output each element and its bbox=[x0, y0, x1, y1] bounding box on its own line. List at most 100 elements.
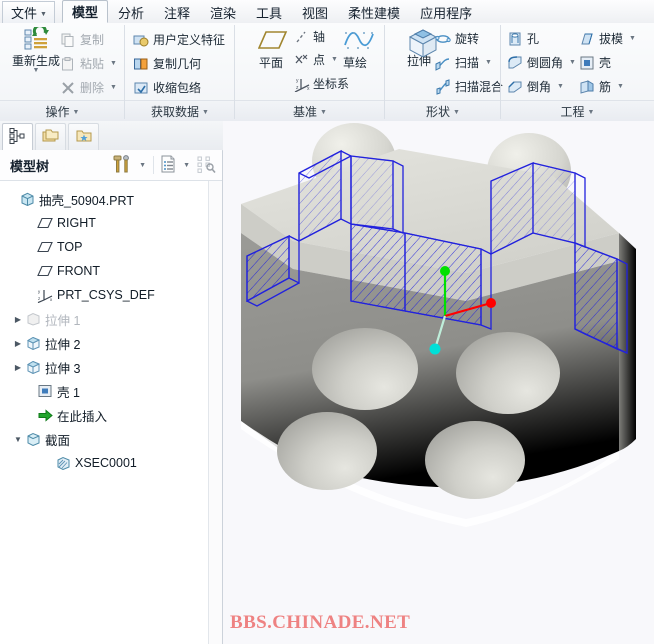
dimple-upper-left bbox=[312, 328, 418, 410]
datum-csys-icon: y z x bbox=[293, 76, 310, 93]
tree-item-extrude-2[interactable]: ▶ 拉伸 2 bbox=[0, 331, 208, 355]
extrude-icon bbox=[24, 360, 42, 374]
user-defined-feature-button[interactable]: 用户定义特征 bbox=[133, 29, 225, 50]
datum-plane-label: 平面 bbox=[258, 56, 283, 70]
chamfer-icon bbox=[507, 79, 523, 95]
folders-icon bbox=[42, 128, 60, 147]
model-tree-title: 模型树 bbox=[10, 158, 50, 174]
copy-geometry-icon bbox=[133, 56, 149, 72]
tab-render[interactable]: 渲染 bbox=[200, 1, 246, 23]
tab-applications[interactable]: 应用程序 bbox=[410, 1, 482, 23]
draft-button[interactable]: 拔模 ▼ bbox=[579, 28, 636, 49]
file-menu-button[interactable]: 文件 ▼ bbox=[2, 1, 55, 23]
svg-text:x: x bbox=[307, 86, 310, 92]
tree-item-label: RIGHT bbox=[57, 216, 96, 230]
delete-button[interactable]: 删除 ▼ bbox=[60, 77, 117, 98]
tree-item-label: 抽壳_50904.PRT bbox=[39, 193, 134, 208]
tab-flexible-modeling-label: 柔性建模 bbox=[348, 5, 401, 21]
tree-item-csys[interactable]: y z x PRT_CSYS_DEF bbox=[0, 283, 208, 307]
ribbon-group-shape: 拉伸 旋转 扫描 ▼ 扫描混合 形状 ▼ bbox=[385, 23, 503, 121]
model-tree-header: 模型树 ▼ ▼ bbox=[0, 150, 222, 181]
shrinkwrap-button[interactable]: 收缩包络 bbox=[133, 77, 201, 98]
ribbon-group-get-data-label[interactable]: 获取数据 ▼ bbox=[125, 100, 235, 121]
tree-item-label: TOP bbox=[57, 240, 83, 254]
xsec-icon bbox=[54, 456, 72, 470]
tab-model[interactable]: 模型 bbox=[61, 0, 108, 23]
tree-arrow-expanded-icon[interactable]: ▼ bbox=[12, 435, 24, 444]
sketch-icon bbox=[342, 29, 374, 55]
tab-analysis[interactable]: 分析 bbox=[108, 1, 154, 23]
chevron-down-icon: ▼ bbox=[485, 59, 492, 66]
tree-item-shell-1[interactable]: 壳 1 bbox=[0, 379, 208, 403]
ribbon-group-shape-label[interactable]: 形状 ▼ bbox=[385, 100, 501, 121]
regenerate-button[interactable]: 重新生成 ▼ bbox=[4, 24, 68, 74]
model-tree-tab[interactable] bbox=[2, 123, 33, 150]
tree-filter-button[interactable] bbox=[195, 154, 218, 176]
shell-button[interactable]: 壳 bbox=[579, 52, 611, 73]
tree-item-top-plane[interactable]: TOP bbox=[0, 235, 208, 259]
ribbon-group-engineering-label[interactable]: 工程 ▼ bbox=[501, 100, 654, 121]
chevron-down-icon: ▼ bbox=[557, 83, 564, 90]
tree-item-label: 截面 bbox=[45, 433, 71, 448]
tab-annotate-label: 注释 bbox=[163, 5, 190, 21]
tree-item-label: 在此插入 bbox=[57, 409, 108, 424]
tab-view[interactable]: 视图 bbox=[292, 1, 338, 23]
tree-item-label: 拉伸 3 bbox=[45, 361, 81, 376]
paste-button[interactable]: 粘贴 ▼ bbox=[60, 53, 117, 74]
svg-text:z: z bbox=[38, 296, 40, 301]
display-settings-button[interactable] bbox=[158, 154, 178, 176]
settings-tools-button[interactable] bbox=[110, 154, 134, 176]
tree-icon bbox=[9, 127, 26, 147]
tab-annotate[interactable]: 注释 bbox=[154, 1, 200, 23]
chamfer-button[interactable]: 倒角 ▼ bbox=[507, 76, 564, 97]
tree-arrow-collapsed-icon[interactable]: ▶ bbox=[12, 315, 24, 324]
model-tree-scrollbar[interactable] bbox=[208, 181, 222, 644]
tree-item-sections[interactable]: ▼ 截面 bbox=[0, 427, 208, 451]
svg-text:x: x bbox=[50, 297, 53, 302]
tab-view-label: 视图 bbox=[302, 5, 329, 21]
graphics-viewport[interactable]: BBS.CHINADE.NET bbox=[223, 121, 654, 644]
shrinkwrap-label: 收缩包络 bbox=[153, 81, 202, 95]
tree-arrow-collapsed-icon[interactable]: ▶ bbox=[12, 363, 24, 372]
copy-geometry-button[interactable]: 复制几何 bbox=[133, 53, 201, 74]
ribbon-group-operations-label[interactable]: 操作 ▼ bbox=[0, 100, 125, 121]
revolve-label: 旋转 bbox=[455, 32, 480, 46]
hammer-screwdriver-icon bbox=[112, 154, 132, 176]
tree-item-insert-here[interactable]: 在此插入 bbox=[0, 403, 208, 427]
swept-blend-label: 扫描混合 bbox=[455, 80, 504, 94]
dimple-lower-left bbox=[277, 412, 377, 490]
tree-item-front-plane[interactable]: FRONT bbox=[0, 259, 208, 283]
tree-item-xsec0001[interactable]: XSEC0001 bbox=[0, 451, 208, 475]
datum-axis-button[interactable]: 轴 bbox=[293, 26, 325, 47]
chevron-down-icon: ▼ bbox=[110, 84, 117, 91]
sketch-button[interactable]: 草绘 bbox=[323, 29, 387, 70]
round-button[interactable]: 倒圆角 ▼ bbox=[507, 52, 576, 73]
chevron-down-icon[interactable]: ▼ bbox=[136, 162, 149, 169]
ribbon-group-datum-label[interactable]: 基准 ▼ bbox=[235, 100, 385, 121]
chevron-down-icon: ▼ bbox=[629, 35, 636, 42]
tab-tools[interactable]: 工具 bbox=[246, 1, 292, 23]
rib-button[interactable]: 筋 ▼ bbox=[579, 76, 624, 97]
3d-model-shelled-part[interactable] bbox=[223, 121, 654, 591]
udf-icon bbox=[133, 32, 149, 48]
chevron-down-icon: ▼ bbox=[587, 108, 595, 116]
tree-arrow-collapsed-icon[interactable]: ▶ bbox=[12, 339, 24, 348]
sweep-button[interactable]: 扫描 ▼ bbox=[435, 52, 492, 73]
swept-blend-button[interactable]: 扫描混合 bbox=[435, 76, 503, 97]
tree-item-right-plane[interactable]: RIGHT bbox=[0, 211, 208, 235]
svg-text:y: y bbox=[38, 289, 41, 294]
chevron-down-icon[interactable]: ▼ bbox=[180, 162, 193, 169]
tab-flexible-modeling[interactable]: 柔性建模 bbox=[338, 1, 410, 23]
hole-button[interactable]: 孔 bbox=[507, 28, 539, 49]
revolve-button[interactable]: 旋转 bbox=[435, 28, 479, 49]
favorites-tab[interactable] bbox=[68, 123, 99, 150]
tree-item-extrude-3[interactable]: ▶ 拉伸 3 bbox=[0, 355, 208, 379]
datum-csys-button[interactable]: y z x 坐标系 bbox=[293, 73, 349, 94]
chamfer-label: 倒角 bbox=[527, 80, 552, 94]
tree-item-extrude-1[interactable]: ▶ 拉伸 1 bbox=[0, 307, 208, 331]
plane-icon bbox=[36, 217, 54, 229]
copy-button[interactable]: 复制 bbox=[60, 29, 104, 50]
folder-browser-tab[interactable] bbox=[35, 123, 66, 150]
chevron-down-icon: ▼ bbox=[320, 108, 327, 116]
tree-item-part[interactable]: 抽壳_50904.PRT bbox=[0, 187, 208, 211]
